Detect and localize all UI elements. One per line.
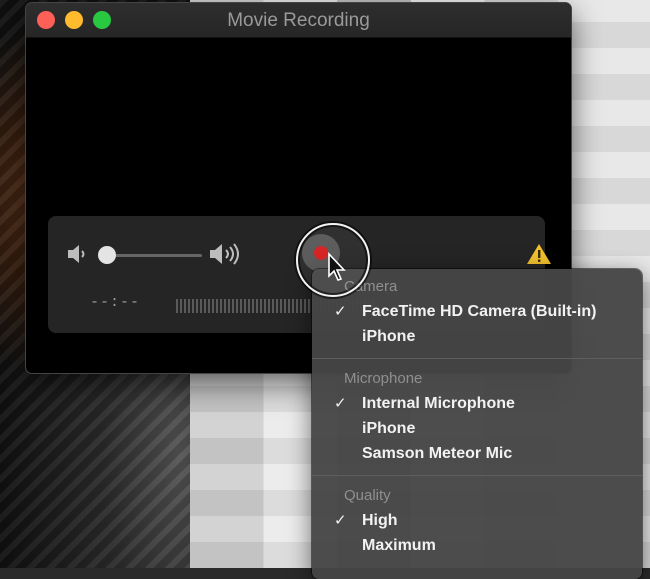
- menu-item-label: iPhone: [362, 420, 416, 437]
- checkmark-icon: ✓: [334, 395, 347, 412]
- microphone-section-header: Microphone: [344, 370, 423, 387]
- quality-section-header: Quality: [344, 487, 391, 504]
- menu-item-quality-high[interactable]: ✓ High: [312, 508, 642, 533]
- menu-item-label: High: [362, 512, 398, 529]
- menu-item-quality-maximum[interactable]: Maximum: [312, 533, 642, 558]
- checkmark-icon: ✓: [334, 303, 347, 320]
- menu-item-label: Samson Meteor Mic: [362, 445, 513, 462]
- menu-item-samson-meteor-mic[interactable]: Samson Meteor Mic: [312, 441, 642, 466]
- menu-item-facetime-camera[interactable]: ✓ FaceTime HD Camera (Built-in): [312, 299, 642, 324]
- checkmark-icon: ✓: [334, 512, 347, 529]
- menu-separator: [312, 475, 642, 476]
- menu-item-label: Maximum: [362, 537, 436, 554]
- warning-icon[interactable]: [526, 242, 552, 266]
- volume-slider-knob[interactable]: [98, 246, 116, 264]
- menu-item-camera-iphone[interactable]: iPhone: [312, 324, 642, 349]
- menu-item-label: iPhone: [362, 328, 416, 345]
- menu-item-internal-microphone[interactable]: ✓ Internal Microphone: [312, 391, 642, 416]
- menu-item-label: FaceTime HD Camera (Built-in): [362, 303, 597, 320]
- menu-separator: [312, 358, 642, 359]
- options-menu: Camera ✓ FaceTime HD Camera (Built-in) i…: [312, 269, 642, 579]
- speaker-low-icon[interactable]: [66, 242, 88, 266]
- menu-item-label: Internal Microphone: [362, 395, 515, 412]
- title-bar[interactable]: Movie Recording: [26, 3, 571, 38]
- window-title: Movie Recording: [227, 10, 370, 31]
- volume-slider-track[interactable]: [106, 254, 202, 257]
- mouse-pointer-icon: [328, 252, 346, 281]
- speaker-high-icon[interactable]: [208, 240, 244, 268]
- time-display: --:--: [90, 294, 141, 311]
- menu-item-microphone-iphone[interactable]: iPhone: [312, 416, 642, 441]
